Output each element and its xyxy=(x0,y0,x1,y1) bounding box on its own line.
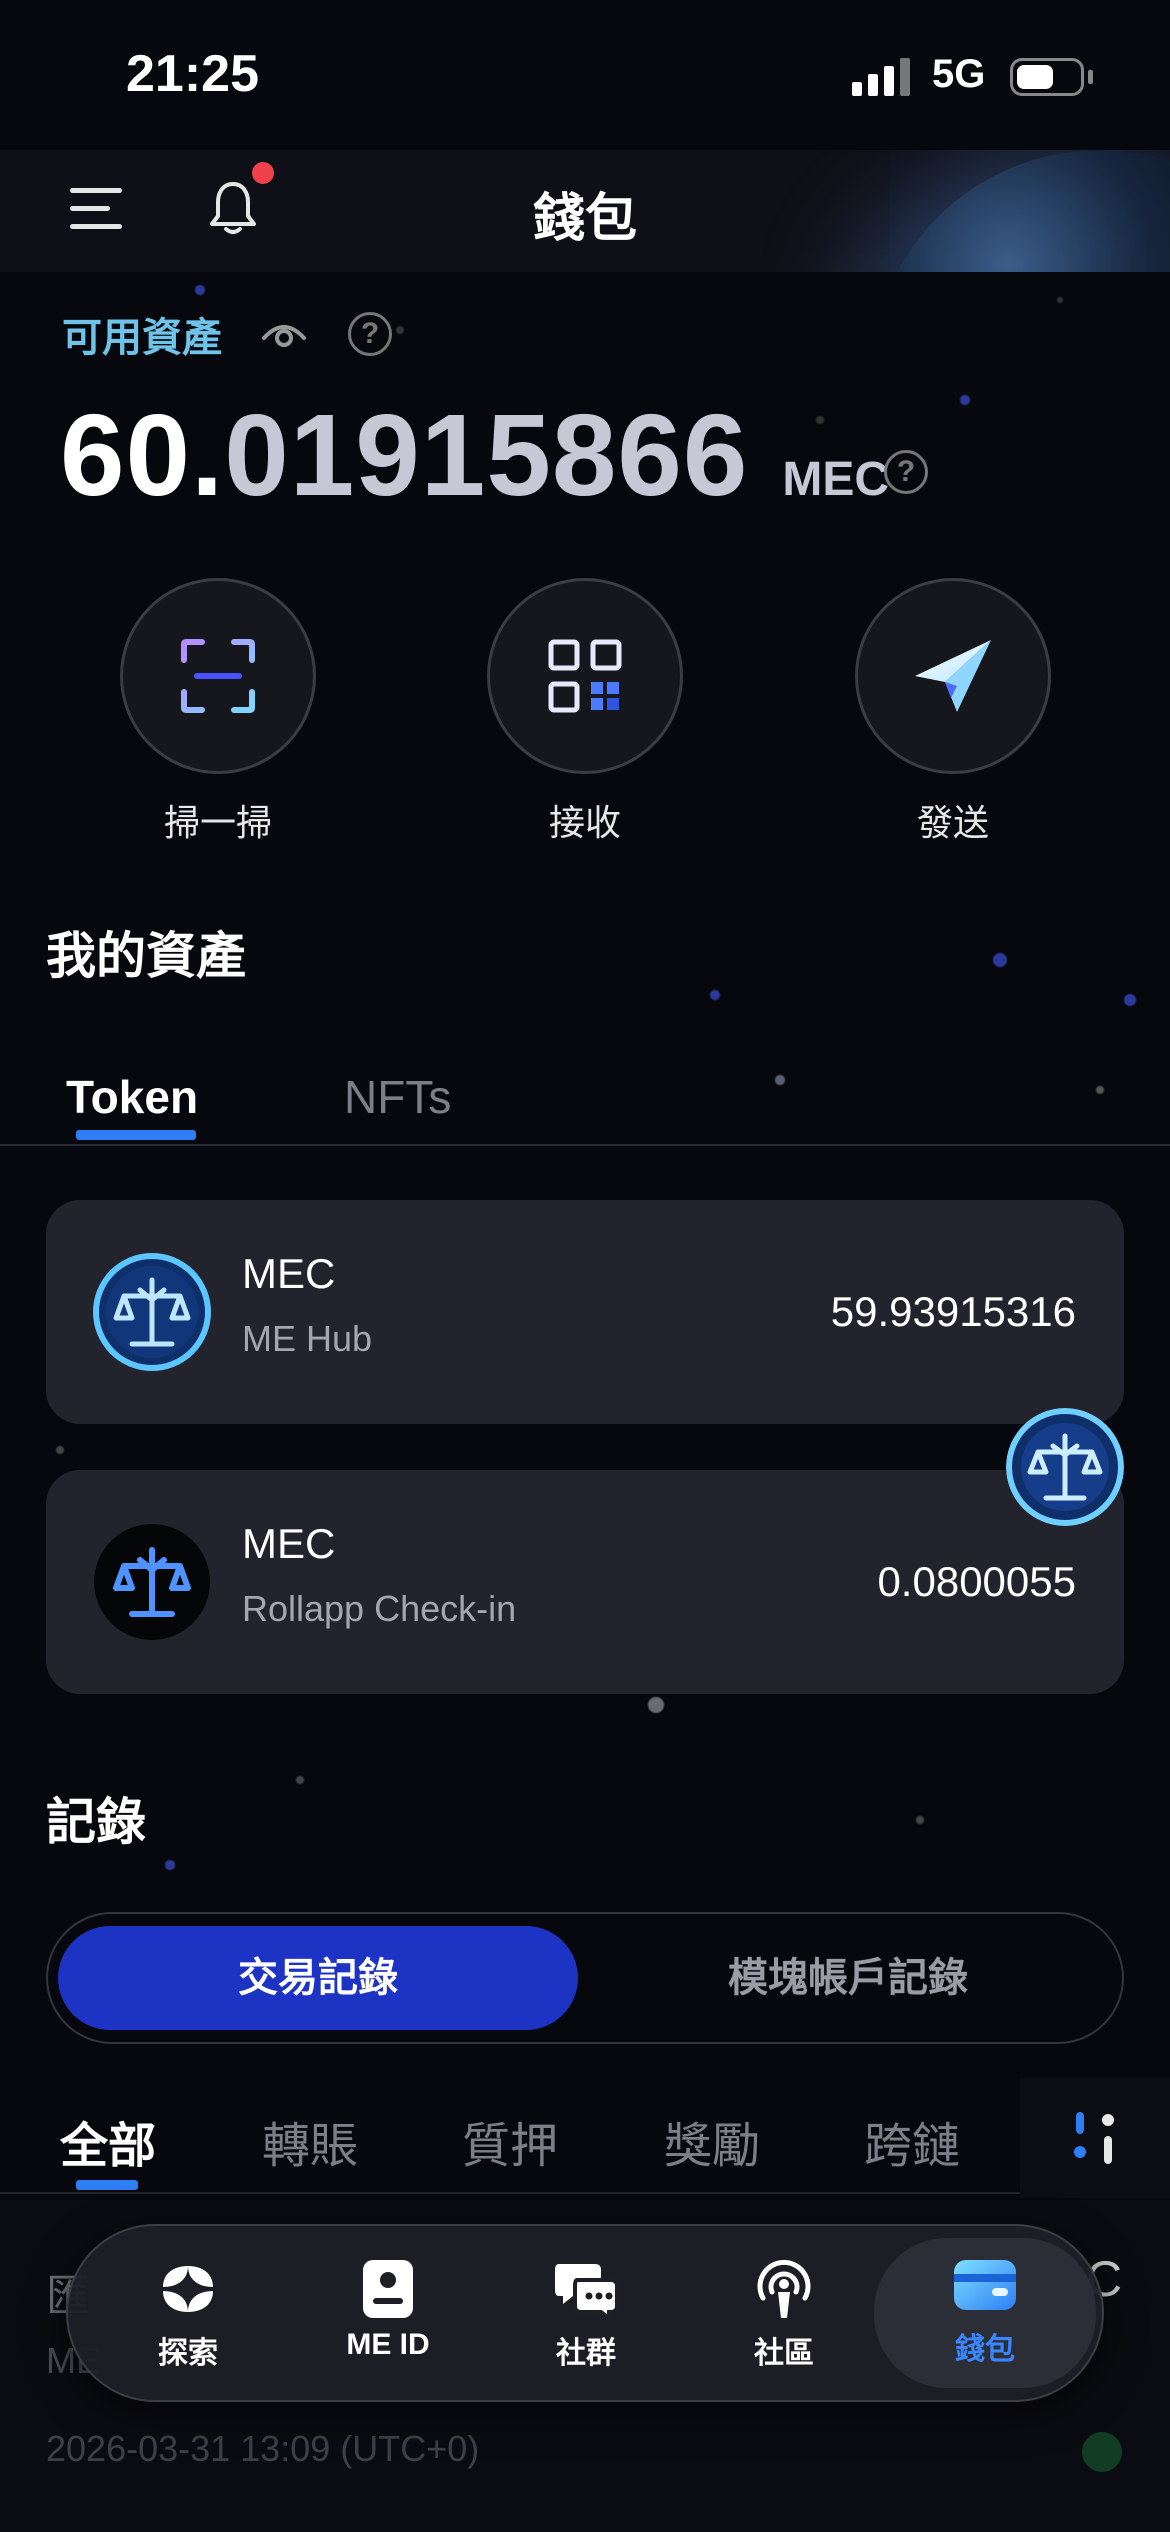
segment-transaction-records[interactable]: 交易記錄 xyxy=(58,1926,578,2030)
mec-rollapp-logo-icon xyxy=(94,1524,210,1640)
token-symbol: MEC xyxy=(242,1520,336,1567)
paper-plane-icon xyxy=(915,640,991,712)
balance-amount: 60. 01915866 MEC xyxy=(60,388,889,522)
available-assets-label: 可用資產 xyxy=(62,316,222,360)
notification-dot xyxy=(252,162,274,184)
network-type: 5G xyxy=(932,52,986,96)
eye-icon[interactable] xyxy=(260,316,308,352)
records-segmented-control: 交易記錄 模塊帳戶記錄 xyxy=(46,1912,1124,2044)
balance-integer: 60. xyxy=(60,390,225,520)
battery-icon xyxy=(1010,58,1084,96)
balance-help-icon[interactable]: ? xyxy=(884,450,928,494)
tab-token[interactable]: Token xyxy=(66,1070,198,1124)
scan-icon xyxy=(181,639,255,713)
success-check-icon xyxy=(1082,2432,1122,2472)
nav-label: 社群 xyxy=(556,2337,616,2370)
qr-code-icon xyxy=(548,639,622,713)
token-symbol: MEC xyxy=(242,1250,336,1297)
nav-label: 探索 xyxy=(158,2337,218,2370)
token-card-me-hub[interactable]: MEC ME Hub 59.93915316 xyxy=(46,1200,1124,1424)
record-date: 2026-03-31 13:09 (UTC+0) xyxy=(46,2428,480,2469)
token-source: Rollapp Check-in xyxy=(242,1588,517,1629)
filter-all[interactable]: 全部 xyxy=(60,2106,156,2176)
tab-token-indicator xyxy=(76,1130,196,1140)
app-header: 錢包 xyxy=(0,150,1170,272)
tab-nfts[interactable]: NFTs xyxy=(344,1070,451,1124)
token-source: ME Hub xyxy=(242,1318,373,1359)
nav-explore[interactable]: 探索 xyxy=(108,2242,268,2388)
wallet-icon xyxy=(954,2260,1016,2310)
my-assets-title: 我的資產 xyxy=(46,928,246,984)
filter-staking[interactable]: 質押 xyxy=(462,2106,558,2176)
filter-sliders-icon xyxy=(1074,2112,1114,2164)
nav-label: 錢包 xyxy=(955,2333,1015,2366)
chat-icon xyxy=(555,2264,619,2320)
nav-label: 社區 xyxy=(754,2337,814,2370)
nav-me-id[interactable]: ME ID xyxy=(308,2242,468,2388)
nav-community-chat[interactable]: 社群 xyxy=(506,2242,666,2388)
filter-rewards[interactable]: 獎勵 xyxy=(664,2106,760,2176)
battery-tip xyxy=(1088,70,1093,84)
available-assets-row: 可用資產 ? xyxy=(62,305,392,363)
page-title: 錢包 xyxy=(532,190,637,248)
balance-unit: MEC xyxy=(782,453,890,506)
send-label: 發送 xyxy=(916,802,989,843)
bottom-nav: 探索 ME ID 社群 社區 錢包 xyxy=(66,2224,1104,2402)
record-filter-tabs: 全部 轉賬 質押 獎勵 跨鏈 xyxy=(0,2094,1170,2194)
filter-cross-chain[interactable]: 跨鏈 xyxy=(864,2106,960,2176)
filter-settings-button[interactable] xyxy=(1020,2078,1170,2198)
status-bar: 21:25 5G xyxy=(0,0,1170,150)
scan-button[interactable]: 掃一掃 xyxy=(120,578,316,846)
token-amount: 0.0800055 xyxy=(877,1558,1076,1605)
balance-decimal: 01915866 xyxy=(224,390,749,520)
nav-wallet[interactable]: 錢包 xyxy=(874,2238,1096,2388)
nav-community[interactable]: 社區 xyxy=(704,2242,864,2388)
segment-module-account-records[interactable]: 模塊帳戶記錄 xyxy=(588,1926,1108,2030)
receive-button[interactable]: 接收 xyxy=(487,578,683,846)
mec-logo-icon xyxy=(93,1253,211,1371)
broadcast-icon xyxy=(757,2259,811,2318)
receive-label: 接收 xyxy=(548,802,621,843)
id-card-icon xyxy=(363,2260,413,2318)
help-icon[interactable]: ? xyxy=(348,312,392,356)
scan-label: 掃一掃 xyxy=(163,802,272,843)
filter-all-indicator xyxy=(76,2180,138,2190)
send-button[interactable]: 發送 xyxy=(855,578,1051,846)
records-title: 記錄 xyxy=(46,1794,146,1850)
explore-icon xyxy=(163,2266,213,2312)
filter-transfer[interactable]: 轉賬 xyxy=(262,2106,358,2176)
token-card-rollapp-checkin[interactable]: MEC Rollapp Check-in 0.0800055 xyxy=(46,1470,1124,1694)
nav-label: ME ID xyxy=(346,2328,430,2361)
token-amount: 59.93915316 xyxy=(830,1288,1076,1335)
signal-icon xyxy=(852,58,910,96)
floating-mec-button-icon[interactable] xyxy=(1006,1408,1124,1526)
status-time: 21:25 xyxy=(126,45,259,103)
